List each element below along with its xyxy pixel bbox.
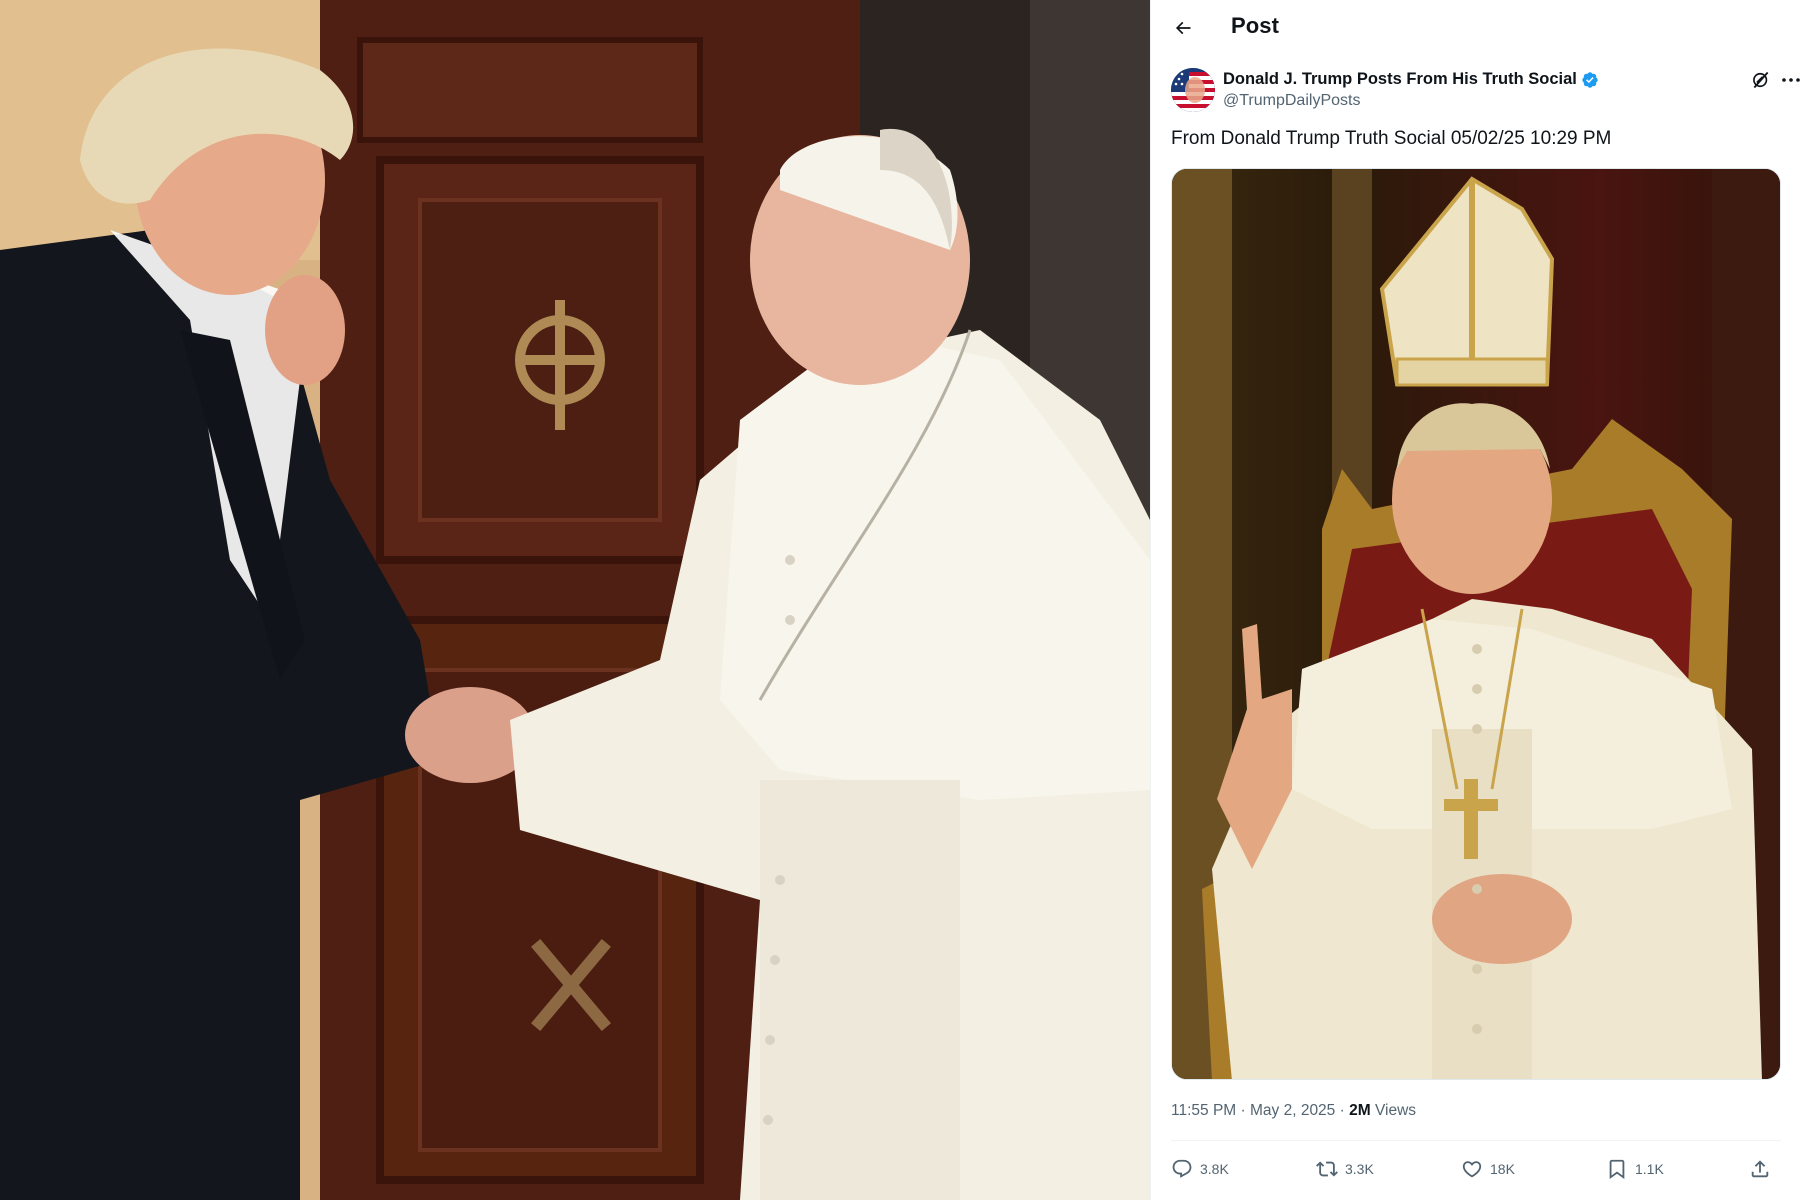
post-media-image[interactable] — [1171, 168, 1781, 1080]
divider — [1171, 1140, 1781, 1141]
author-name[interactable]: Donald J. Trump Posts From His Truth Soc… — [1223, 70, 1577, 89]
like-count: 18K — [1490, 1161, 1515, 1177]
reply-count: 3.8K — [1200, 1161, 1229, 1177]
author-handle[interactable]: @TrumpDailyPosts — [1223, 92, 1360, 110]
grok-icon[interactable] — [1751, 70, 1771, 90]
repost-count: 3.3K — [1345, 1161, 1374, 1177]
repost-icon — [1316, 1161, 1338, 1177]
meta-separator: · — [1339, 1102, 1345, 1119]
repost-button[interactable]: 3.3K — [1316, 1154, 1374, 1184]
like-button[interactable]: 18K — [1461, 1154, 1515, 1184]
verified-badge-icon — [1582, 71, 1598, 88]
page-title: Post — [1231, 13, 1280, 38]
flag-avatar-icon — [1171, 68, 1215, 112]
post-text: From Donald Trump Truth Social 05/02/25 … — [1171, 128, 1612, 149]
left-photo — [0, 0, 1150, 1200]
views-count: 2M — [1349, 1102, 1371, 1119]
reply-icon — [1172, 1159, 1192, 1178]
more-options-icon[interactable] — [1781, 72, 1800, 88]
back-button[interactable] — [1165, 10, 1201, 46]
handshake-photo-image — [0, 0, 1150, 1200]
post-date[interactable]: May 2, 2025 — [1250, 1102, 1335, 1119]
action-bar: 3.8K 3.3K 18K 1.1K — [1171, 1154, 1781, 1184]
post-header: Post — [1151, 0, 1800, 56]
share-button[interactable] — [1749, 1154, 1771, 1184]
share-icon — [1751, 1160, 1769, 1178]
pope-portrait-image — [1172, 169, 1780, 1079]
heart-icon — [1462, 1161, 1482, 1178]
views-label: Views — [1374, 1102, 1417, 1119]
bookmark-count: 1.1K — [1635, 1161, 1664, 1177]
reply-button[interactable]: 3.8K — [1171, 1154, 1229, 1184]
arrow-left-icon — [1175, 21, 1191, 35]
post-panel: Post Donald J. Trump Posts From His Trut… — [1150, 0, 1800, 1200]
bookmark-button[interactable]: 1.1K — [1606, 1154, 1664, 1184]
avatar[interactable] — [1171, 68, 1215, 112]
post-time[interactable]: 11:55 PM — [1171, 1102, 1236, 1119]
author-row: Donald J. Trump Posts From His Truth Soc… — [1171, 68, 1800, 114]
author-name-wrap[interactable]: Donald J. Trump Posts From His Truth Soc… — [1223, 70, 1599, 89]
meta-separator: · — [1240, 1102, 1246, 1119]
bookmark-icon — [1609, 1159, 1625, 1180]
post-meta: 11:55 PM · May 2, 2025 · 2M Views — [1171, 1102, 1416, 1120]
